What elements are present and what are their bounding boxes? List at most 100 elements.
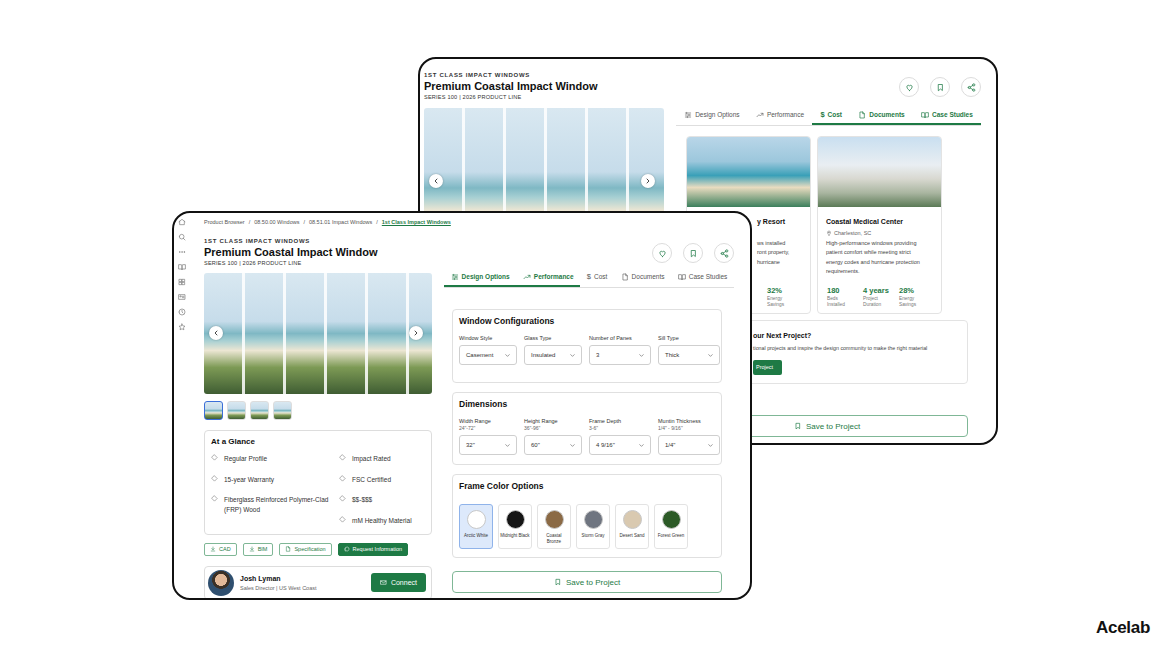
color-dot	[662, 510, 681, 529]
next-image-button[interactable]	[641, 174, 655, 188]
dropdown[interactable]: 4 9/16"	[589, 435, 651, 455]
breadcrumb: Product Browser/08.50.00 Windows/08.51.0…	[204, 218, 734, 226]
breadcrumb-item[interactable]: 1st Class Impact Windows	[382, 218, 451, 226]
sidebar-item[interactable]	[178, 218, 186, 226]
bookmark-button[interactable]	[930, 77, 950, 97]
field-range: 1/4" - 9/16"	[658, 425, 720, 432]
color-swatch[interactable]: Midnight Black	[498, 504, 532, 549]
dropdown[interactable]: Casement	[459, 345, 517, 365]
field-label: Glass Type	[524, 334, 582, 342]
share-button[interactable]	[961, 77, 981, 97]
product-heading: 1ST CLASS IMPACT WINDOWSPremium Coastal …	[424, 71, 598, 101]
breadcrumb-separator: /	[249, 218, 251, 226]
swatch-label: Desert Sand	[619, 533, 644, 539]
tab[interactable]: $Cost	[812, 108, 850, 125]
dropdown[interactable]: 1/4"	[658, 435, 720, 455]
resource-button[interactable]: Specification	[279, 543, 331, 556]
panel-title: Frame Color Options	[459, 480, 715, 492]
thumbnail[interactable]	[204, 401, 223, 420]
description-line: High-performance windows providing	[826, 239, 935, 248]
star-icon	[178, 323, 186, 331]
tab[interactable]: Documents	[614, 273, 671, 287]
tab[interactable]: Performance	[748, 108, 813, 125]
bookmark-button[interactable]	[683, 243, 703, 263]
share-project-button[interactable]: Project	[753, 360, 782, 375]
favorite-button[interactable]	[899, 77, 919, 97]
resource-button[interactable]: BIM	[243, 543, 274, 556]
dropdown-value: 32"	[466, 442, 475, 448]
favorite-button[interactable]	[652, 243, 672, 263]
thumbnail[interactable]	[250, 401, 269, 420]
attribute-text: mM Healthy Material	[352, 516, 412, 526]
tab[interactable]: $Cost	[580, 273, 614, 287]
diamond-icon	[211, 495, 218, 502]
share-icon	[967, 83, 976, 92]
tab-label: Cost	[828, 111, 842, 119]
tab-label: Documents	[632, 273, 665, 281]
dropdown-value: Thick	[665, 352, 679, 358]
sidebar-item[interactable]	[178, 308, 186, 316]
previous-image-button[interactable]	[429, 174, 443, 188]
resource-button[interactable]: Request Information	[338, 543, 409, 556]
chevron-down-icon	[504, 442, 511, 449]
sidebar-item[interactable]	[178, 248, 186, 256]
field-label: Height Range	[524, 417, 582, 425]
resource-button[interactable]: CAD	[204, 543, 237, 556]
connect-button[interactable]: Connect	[371, 573, 426, 592]
diamond-icon	[339, 495, 346, 502]
color-swatch[interactable]: Forest Green	[654, 504, 688, 549]
dropdown[interactable]: Insulated	[524, 345, 582, 365]
stat-value: 4 years	[863, 286, 899, 295]
book-icon	[178, 263, 186, 271]
tab[interactable]: Case Studies	[671, 273, 734, 287]
case-study-card[interactable]: Coastal Medical CenterCharleston, SCHigh…	[817, 136, 942, 314]
case-study-stats: 180Beds Installed4 yearsProject Duration…	[826, 286, 935, 307]
dropdown[interactable]: Thick	[658, 345, 720, 365]
field-label: Number of Panes	[589, 334, 651, 342]
sidebar-item[interactable]	[178, 278, 186, 286]
color-swatch[interactable]: Storm Gray	[576, 504, 610, 549]
field-range: 3-6"	[589, 425, 651, 432]
dropdown[interactable]: 3	[589, 345, 651, 365]
sidebar-item[interactable]	[178, 263, 186, 271]
previous-image-button[interactable]	[209, 326, 223, 340]
breadcrumb-item[interactable]: 08.51.01 Impact Windows	[309, 218, 372, 226]
field-label: Width Range	[459, 417, 517, 425]
color-swatch[interactable]: Coastal Bronze	[537, 504, 571, 549]
dropdown[interactable]: 32"	[459, 435, 517, 455]
color-swatch[interactable]: Desert Sand	[615, 504, 649, 549]
thumbnail[interactable]	[227, 401, 246, 420]
dropdown[interactable]: 60"	[524, 435, 582, 455]
chevron-down-icon	[707, 352, 714, 359]
breadcrumb-item[interactable]: Product Browser	[204, 218, 245, 226]
thumbnail[interactable]	[273, 401, 292, 420]
next-image-button[interactable]	[409, 326, 423, 340]
diamond-icon	[211, 454, 218, 461]
tab[interactable]: Documents	[850, 108, 913, 125]
dollar-icon: $	[587, 273, 591, 281]
brand-name: 1ST CLASS IMPACT WINDOWS	[204, 237, 378, 245]
attribute: FSC Certified	[339, 475, 425, 485]
breadcrumb-separator: /	[303, 218, 305, 226]
tab[interactable]: Case Studies	[913, 108, 981, 125]
sidebar-item[interactable]	[178, 293, 186, 301]
share-button[interactable]	[714, 243, 734, 263]
breadcrumb-item[interactable]: 08.50.00 Windows	[254, 218, 299, 226]
tab[interactable]: Design Options	[444, 273, 516, 287]
tab[interactable]: Performance	[516, 273, 580, 287]
attribute-column: Impact RatedFSC Certified$$-$$$mM Health…	[339, 454, 425, 526]
sliders-icon	[451, 273, 459, 281]
color-dot	[623, 510, 642, 529]
history-icon	[178, 308, 186, 316]
attribute: mM Healthy Material	[339, 516, 425, 526]
save-to-project-button[interactable]: Save to Project	[452, 571, 722, 593]
bookmark-icon	[794, 422, 802, 430]
attribute-text: 15-year Warranty	[224, 475, 274, 485]
color-swatch[interactable]: Arctic White	[459, 504, 493, 549]
sidebar-item[interactable]	[178, 233, 186, 241]
diamond-icon	[339, 475, 346, 482]
avatar	[208, 570, 234, 596]
sidebar-item[interactable]	[178, 323, 186, 331]
front-body: At a GlanceRegular Profile15-year Warran…	[204, 273, 734, 600]
tab[interactable]: Design Options	[676, 108, 748, 125]
